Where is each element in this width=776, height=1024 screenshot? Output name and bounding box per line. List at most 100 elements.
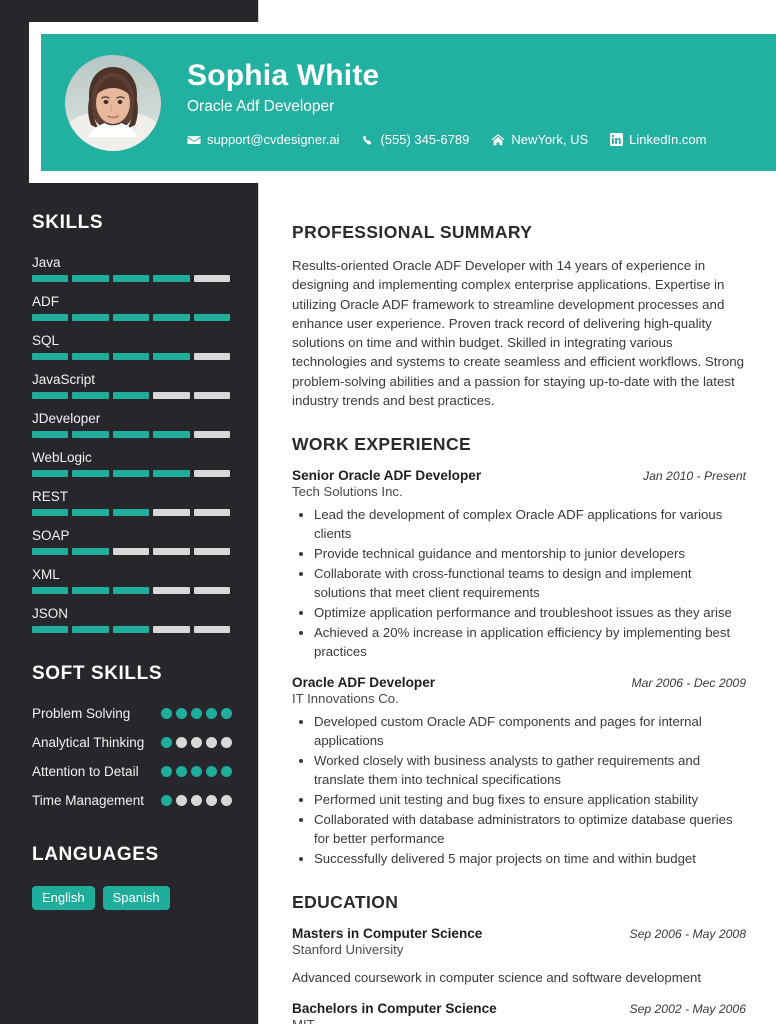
list-item: Performed unit testing and bug fixes to … bbox=[314, 790, 746, 809]
skill-row: SOAP bbox=[32, 527, 232, 555]
skill-bar-segment bbox=[153, 431, 190, 438]
list-item: Worked closely with business analysts to… bbox=[314, 751, 746, 789]
rating-dot bbox=[221, 708, 232, 719]
skill-level-bar bbox=[32, 314, 231, 321]
soft-skill-rating bbox=[161, 763, 232, 777]
rating-dot bbox=[206, 737, 217, 748]
experience-company: IT Innovations Co. bbox=[292, 691, 399, 707]
header-band: Sophia White Oracle Adf Developer suppor… bbox=[41, 34, 776, 171]
linkedin-icon bbox=[610, 133, 624, 146]
skill-label: JavaScript bbox=[32, 372, 96, 387]
rating-dot bbox=[176, 737, 187, 748]
language-chip-list: English Spanish bbox=[32, 886, 232, 910]
skill-label: REST bbox=[32, 489, 69, 504]
rating-dot bbox=[161, 795, 172, 806]
skill-bar-segment bbox=[193, 470, 231, 477]
soft-skill-label: Analytical Thinking bbox=[32, 735, 145, 750]
education-school: MIT bbox=[292, 1017, 746, 1024]
skill-bar-segment bbox=[32, 470, 69, 477]
skill-level-bar bbox=[32, 587, 231, 594]
language-chip: Spanish bbox=[102, 886, 170, 910]
contact-linkedin[interactable]: LinkedIn.com bbox=[610, 132, 707, 147]
skill-bar-segment bbox=[72, 314, 109, 321]
skill-label: ADF bbox=[32, 294, 59, 309]
phone-icon bbox=[361, 133, 374, 146]
skill-bar-segment bbox=[153, 509, 190, 516]
education-section: EDUCATION Masters in Computer Science Sep… bbox=[292, 892, 746, 1024]
skill-bar-segment bbox=[32, 587, 69, 594]
skills-heading: SKILLS bbox=[32, 212, 104, 233]
skill-row: ADF bbox=[32, 293, 232, 321]
skill-level-bar bbox=[32, 509, 231, 516]
skill-bar-segment bbox=[112, 392, 150, 399]
skill-bar-segment bbox=[153, 587, 190, 594]
rating-dot bbox=[191, 795, 202, 806]
skill-row: SQL bbox=[32, 332, 232, 360]
skill-label: WebLogic bbox=[32, 450, 92, 465]
skill-bar-segment bbox=[72, 275, 109, 282]
skill-row: WebLogic bbox=[32, 449, 232, 477]
rating-dot bbox=[191, 708, 202, 719]
soft-skill-rating bbox=[161, 792, 232, 806]
avatar bbox=[65, 54, 161, 151]
skill-bar-segment bbox=[32, 353, 69, 360]
resume-page: SKILLS Java ADF SQL JavaScript JDeveloper Web… bbox=[0, 0, 776, 1024]
contact-text: support@cvdesigner.ai bbox=[207, 132, 340, 147]
job-title: Oracle Adf Developer bbox=[187, 98, 335, 115]
skill-level-bar bbox=[32, 392, 231, 399]
rating-dot bbox=[221, 737, 232, 748]
skill-bar-segment bbox=[153, 275, 190, 282]
skill-bar-segment bbox=[153, 314, 190, 321]
soft-skill-label: Problem Solving bbox=[32, 706, 131, 721]
soft-skill-row: Attention to Detail bbox=[32, 763, 232, 783]
skill-label: SOAP bbox=[32, 528, 70, 543]
skill-bar-segment bbox=[153, 548, 190, 555]
experience-company: Tech Solutions Inc. bbox=[292, 484, 403, 500]
skill-bar-segment bbox=[32, 626, 69, 633]
skill-bar-segment bbox=[193, 587, 231, 594]
skill-bar-segment bbox=[112, 626, 150, 633]
rating-dot bbox=[191, 737, 202, 748]
contact-envelope[interactable]: support@cvdesigner.ai bbox=[187, 132, 339, 147]
soft-skill-label: Attention to Detail bbox=[32, 764, 139, 779]
entry-header: Bachelors in Computer Science Sep 2002 - … bbox=[292, 1001, 746, 1016]
skill-bar-segment bbox=[193, 353, 231, 360]
experience-section: WORK EXPERIENCE Senior Oracle ADF Develo… bbox=[292, 434, 746, 868]
skill-label: Java bbox=[32, 255, 61, 270]
education-heading: EDUCATION bbox=[292, 892, 399, 913]
contact-phone[interactable]: (555) 345-6789 bbox=[361, 132, 469, 147]
skill-bar-segment bbox=[32, 392, 69, 399]
contact-text: (555) 345-6789 bbox=[380, 132, 470, 147]
rating-dot bbox=[161, 708, 172, 719]
skill-bar-segment bbox=[72, 587, 109, 594]
skill-bar-segment bbox=[193, 548, 231, 555]
skill-row: JavaScript bbox=[32, 371, 232, 399]
skill-bar-segment bbox=[72, 626, 109, 633]
home-icon bbox=[491, 133, 505, 147]
experience-date: Jan 2010 - Present bbox=[643, 469, 746, 484]
main-content: PROFESSIONAL SUMMARY Results-oriented Or… bbox=[292, 222, 746, 1024]
skill-bar-segment bbox=[112, 275, 150, 282]
rating-dot bbox=[161, 766, 172, 777]
skill-row: REST bbox=[32, 488, 232, 516]
skill-bar-segment bbox=[112, 431, 150, 438]
soft-skills-heading: SOFT SKILLS bbox=[32, 663, 163, 684]
education-date: Sep 2006 - May 2008 bbox=[629, 927, 746, 942]
skill-row: XML bbox=[32, 566, 232, 594]
list-item: Lead the development of complex Oracle A… bbox=[314, 505, 746, 543]
contact-home[interactable]: NewYork, US bbox=[491, 132, 588, 147]
soft-skill-label: Time Management bbox=[32, 793, 145, 808]
skill-label: JDeveloper bbox=[32, 411, 101, 426]
experience-title: Senior Oracle ADF Developer bbox=[292, 468, 482, 484]
skill-bar-segment bbox=[32, 314, 69, 321]
rating-dot bbox=[221, 766, 232, 777]
list-item: Provide technical guidance and mentorshi… bbox=[314, 544, 746, 563]
entry-header: Masters in Computer Science Sep 2006 - Ma… bbox=[292, 926, 746, 941]
experience-bullets: Lead the development of complex Oracle A… bbox=[292, 505, 746, 661]
skill-bar-segment bbox=[193, 509, 231, 516]
skill-level-bar bbox=[32, 626, 231, 633]
experience-entry: Oracle ADF Developer Mar 2006 - Dec 2009 I… bbox=[292, 675, 746, 868]
skill-level-bar bbox=[32, 548, 231, 555]
skill-bar-segment bbox=[32, 548, 69, 555]
skill-row: JSON bbox=[32, 605, 232, 633]
